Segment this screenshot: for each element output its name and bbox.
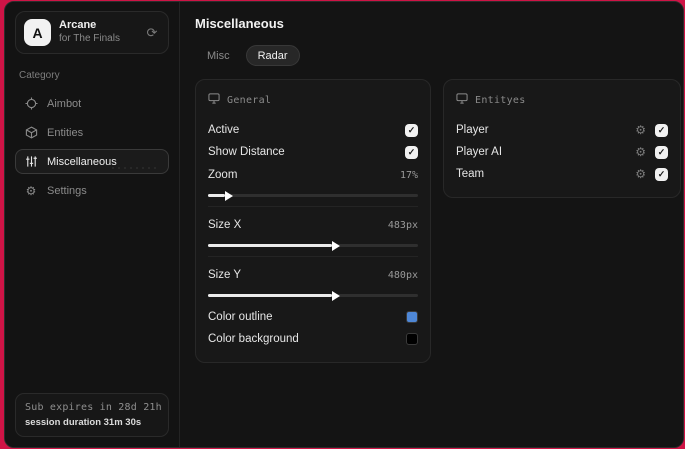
entity-row-team: Team ⚙: [456, 163, 668, 185]
cube-icon: [24, 126, 38, 140]
slider-label: Zoom: [208, 169, 238, 181]
entity-label: Player: [456, 124, 489, 136]
color-background-swatch[interactable]: [406, 333, 418, 345]
zoom-slider[interactable]: [208, 190, 418, 201]
gear-icon[interactable]: ⚙: [635, 146, 646, 158]
slider-label-row: Size Y 480px: [208, 264, 418, 286]
entity-row-player: Player ⚙: [456, 119, 668, 141]
slider-thumb[interactable]: [224, 190, 233, 201]
size-x-slider-group: Size X 483px: [208, 206, 418, 256]
sidebar: A Arcane for The Finals ⟳ Category Aimbo…: [5, 2, 180, 447]
color-outline-swatch[interactable]: [406, 311, 418, 323]
entity-label: Team: [456, 168, 485, 180]
color-background-row: Color background: [208, 328, 418, 350]
sub-expires-text: Sub expires in 28d 21h: [25, 402, 162, 413]
sidebar-nav: Aimbot Entities Miscellaneous ⚙ Settings: [15, 91, 169, 203]
general-panel-title: General: [227, 94, 272, 106]
sidebar-item-entities[interactable]: Entities: [15, 120, 169, 145]
sidebar-item-label: Entities: [47, 126, 84, 139]
entity-label: Player AI: [456, 146, 503, 158]
slider-label: Size Y: [208, 269, 242, 281]
gear-icon: ⚙: [25, 183, 37, 198]
show-distance-checkbox[interactable]: [405, 145, 418, 159]
slider-value: 17%: [399, 169, 418, 181]
page-title: Miscellaneous: [195, 16, 284, 31]
monitor-icon: [456, 91, 468, 109]
toggle-row-show-distance: Show Distance: [208, 141, 418, 163]
dots-decoration: [110, 166, 158, 170]
slider-fill: [208, 290, 340, 301]
monitor-icon: [208, 91, 220, 109]
sidebar-item-settings[interactable]: ⚙ Settings: [15, 178, 169, 203]
entities-panel-header: Entityes: [456, 91, 668, 109]
player-ai-checkbox[interactable]: [655, 145, 668, 159]
session-duration-text: session duration 31m 30s: [25, 417, 142, 428]
sidebar-item-label: Aimbot: [47, 97, 82, 110]
sidebar-item-miscellaneous[interactable]: Miscellaneous: [15, 149, 169, 174]
main-content: Miscellaneous Misc Radar General Active …: [180, 2, 683, 447]
crosshair-icon: [24, 97, 38, 111]
brand-card: A Arcane for The Finals ⟳: [15, 11, 169, 54]
sliders-icon: [24, 155, 38, 169]
sidebar-item-aimbot[interactable]: Aimbot: [15, 91, 169, 116]
active-checkbox[interactable]: [405, 123, 418, 137]
slider-value: 483px: [387, 219, 418, 231]
toggle-label: Active: [208, 124, 240, 136]
slider-fill: [208, 190, 233, 201]
slider-fill: [208, 240, 340, 251]
slider-thumb[interactable]: [331, 240, 340, 251]
team-checkbox[interactable]: [655, 167, 668, 181]
size-y-slider[interactable]: [208, 290, 418, 301]
entity-controls: ⚙: [635, 167, 668, 181]
tab-bar: Misc Radar: [195, 45, 681, 66]
tab-misc[interactable]: Misc: [195, 45, 242, 66]
slider-label: Size X: [208, 219, 242, 231]
sync-icon[interactable]: ⟳: [144, 25, 160, 41]
entity-row-player-ai: Player AI ⚙: [456, 141, 668, 163]
sidebar-item-label: Miscellaneous: [47, 155, 117, 168]
color-outline-row: Color outline: [208, 306, 418, 328]
entity-controls: ⚙: [635, 123, 668, 137]
gear-icon[interactable]: ⚙: [635, 124, 646, 136]
gear-icon[interactable]: ⚙: [635, 168, 646, 180]
toggle-row-active: Active: [208, 119, 418, 141]
slider-value: 480px: [387, 269, 418, 281]
category-label: Category: [19, 70, 60, 81]
player-checkbox[interactable]: [655, 123, 668, 137]
entity-controls: ⚙: [635, 145, 668, 159]
general-panel: General Active Show Distance Zoom 17%: [195, 79, 431, 363]
entities-panel-title: Entityes: [475, 94, 526, 106]
zoom-slider-group: Zoom 17%: [208, 163, 418, 206]
size-y-slider-group: Size Y 480px: [208, 256, 418, 306]
slider-label-row: Zoom 17%: [208, 164, 418, 186]
brand-subtitle: for The Finals: [59, 33, 120, 45]
color-label: Color outline: [208, 311, 273, 323]
slider-label-row: Size X 483px: [208, 214, 418, 236]
app-logo: A: [24, 19, 51, 46]
color-label: Color background: [208, 333, 299, 345]
size-x-slider[interactable]: [208, 240, 418, 251]
brand-text: Arcane for The Finals: [59, 19, 136, 45]
tab-radar[interactable]: Radar: [245, 45, 300, 66]
panels-row: General Active Show Distance Zoom 17%: [195, 79, 681, 363]
subscription-card: Sub expires in 28d 21h session duration …: [15, 393, 169, 437]
general-panel-header: General: [208, 91, 418, 109]
app-window: A Arcane for The Finals ⟳ Category Aimbo…: [4, 1, 684, 448]
sidebar-item-label: Settings: [47, 184, 87, 197]
slider-thumb[interactable]: [331, 290, 340, 301]
toggle-label: Show Distance: [208, 146, 285, 158]
brand-name: Arcane: [59, 19, 97, 32]
entities-panel: Entityes Player ⚙ Player AI ⚙: [443, 79, 681, 198]
